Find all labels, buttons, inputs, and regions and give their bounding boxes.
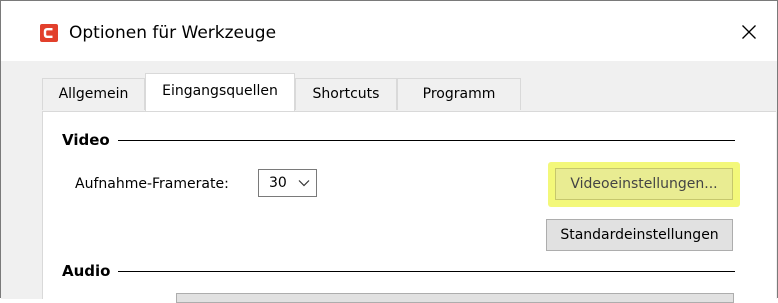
audio-device-field[interactable] — [176, 293, 734, 303]
app-logo-icon — [40, 24, 58, 42]
default-settings-button[interactable]: Standardeinstellungen — [546, 219, 733, 251]
tab-allgemein[interactable]: Allgemein — [42, 78, 145, 110]
close-button[interactable] — [729, 15, 769, 49]
tab-shortcuts[interactable]: Shortcuts — [295, 78, 397, 110]
tab-eingangsquellen[interactable]: Eingangsquellen — [145, 73, 295, 111]
framerate-label: Aufnahme-Framerate: — [75, 176, 229, 192]
title-bar[interactable]: Optionen für Werkzeuge — [1, 1, 777, 61]
audio-group-divider — [118, 271, 735, 272]
close-icon — [742, 25, 756, 39]
framerate-value: 30 — [269, 175, 287, 191]
video-group-divider — [118, 140, 735, 141]
chevron-down-icon — [298, 180, 310, 187]
framerate-dropdown[interactable]: 30 — [258, 169, 317, 197]
video-settings-button[interactable]: Videoeinstellungen... — [555, 168, 733, 200]
tab-programm[interactable]: Programm — [397, 78, 521, 110]
video-group-label: Video — [62, 130, 116, 150]
audio-group-label: Audio — [62, 261, 117, 281]
window-title: Optionen für Werkzeuge — [69, 23, 277, 43]
